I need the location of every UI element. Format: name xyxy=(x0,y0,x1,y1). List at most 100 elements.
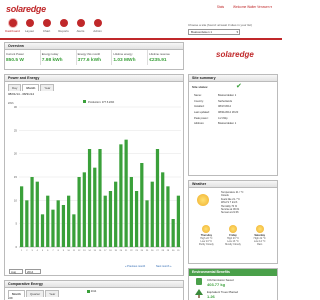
solaredge-logo[interactable]: solaredge xyxy=(6,4,46,14)
next-month-link[interactable]: Next month » xyxy=(156,265,171,268)
x-tick-label: 2 xyxy=(26,250,28,252)
overview-label: Current Power xyxy=(6,52,25,56)
nav-label: Chart xyxy=(42,29,51,33)
top-links: Stats Welcome Walter Veruwen ▾ xyxy=(209,5,272,9)
trees-benefit: Equivalent Trees Planted 1.26 xyxy=(189,288,277,300)
nav-chart[interactable]: Chart xyxy=(38,18,55,37)
summary-key: Peak power: xyxy=(194,116,209,120)
forecast-desc: Partly Cloudy xyxy=(198,243,214,246)
x-tick-label: 26 xyxy=(151,250,154,252)
bar xyxy=(114,181,118,247)
overview-value: 850.5 W xyxy=(6,57,24,63)
tree-icon xyxy=(195,289,203,298)
x-tick-label: 25 xyxy=(146,250,149,252)
x-tick-label: 10 xyxy=(67,250,70,252)
bar xyxy=(40,214,45,247)
bar xyxy=(150,181,154,247)
bar xyxy=(46,195,50,247)
x-tick-label: 14 xyxy=(88,250,91,252)
bar xyxy=(171,219,175,247)
tab-year[interactable]: Year xyxy=(40,84,55,91)
stats-link[interactable]: Stats xyxy=(217,5,224,9)
summary-value: Boatverdeken 1 xyxy=(218,94,237,98)
bar xyxy=(176,195,181,247)
nav-alerts[interactable]: Alerts xyxy=(72,18,89,37)
x-tick-label: 7 xyxy=(52,250,54,252)
tab-month[interactable]: Month xyxy=(8,290,25,297)
x-tick-label: 8 xyxy=(58,250,60,252)
bar xyxy=(35,181,39,247)
y-tick-label: 20 xyxy=(14,152,18,156)
partly-cloudy-icon xyxy=(202,225,211,233)
month-select[interactable]: Aug xyxy=(9,269,23,274)
year-select-value: 2014 xyxy=(27,270,34,274)
x-tick-label: 22 xyxy=(130,250,133,252)
legend-label: Production: 377.6 kWh xyxy=(88,100,115,104)
year-select[interactable]: 2014 xyxy=(25,269,41,274)
tab-year[interactable]: Year xyxy=(45,290,60,297)
summary-value: Netherlands xyxy=(218,99,232,103)
weather-details: Temperature 21 / °C Clouds Feels like 21… xyxy=(221,191,243,215)
site-summary-title: Site summary xyxy=(189,75,277,82)
x-tick-label: 21 xyxy=(125,250,128,252)
x-tick-label: 3 xyxy=(31,250,33,252)
logo-prefix: solar xyxy=(216,50,236,59)
nav-label: Layout xyxy=(24,29,34,33)
nav-label: Dashboard xyxy=(5,29,20,33)
nav-reports[interactable]: Reports xyxy=(55,18,72,37)
summary-value: 08/31/2014 18:20 xyxy=(218,111,239,115)
site-selector[interactable]: Boatverdeken 1 ▾ xyxy=(188,29,240,35)
nav-admin[interactable]: Admin xyxy=(89,18,106,37)
nav-dashboard[interactable]: Dashboard xyxy=(4,18,21,37)
header: solaredge Stats Welcome Walter Veruwen ▾ xyxy=(0,0,282,19)
bar xyxy=(119,144,123,247)
bar xyxy=(25,200,29,247)
site-summary-table: Name: Boatverdeken 1 Country: Netherlands … xyxy=(192,92,240,128)
site-selector-value: Boatverdeken 1 xyxy=(191,30,213,34)
reports-icon xyxy=(59,19,68,27)
bar xyxy=(19,186,24,247)
bar xyxy=(134,191,139,247)
month-select-value: Aug xyxy=(11,270,16,274)
comparative-title: Comparative Energy xyxy=(5,281,183,288)
tab-day[interactable]: Day xyxy=(8,84,22,91)
checkmark-icon: ✔ xyxy=(236,83,242,90)
tab-quarter[interactable]: Quarter xyxy=(26,290,45,297)
tab-month[interactable]: Month xyxy=(22,84,40,91)
y-tick-label: 5 xyxy=(15,222,17,226)
legend-swatch xyxy=(87,290,90,293)
power-energy-panel: Power and Energy Day Month Year 08/01/14… xyxy=(4,74,184,276)
environment-title: Environmental Benefits xyxy=(189,269,277,276)
bar xyxy=(124,139,128,247)
x-tick-label: 20 xyxy=(120,250,123,252)
chevron-down-icon: ▾ xyxy=(236,30,238,34)
summary-key: Last updated: xyxy=(194,111,210,115)
nav-layout[interactable]: Layout xyxy=(21,18,38,37)
header-divider xyxy=(0,38,282,40)
x-tick-label: 27 xyxy=(156,250,159,252)
bar xyxy=(61,205,66,247)
bar xyxy=(108,191,113,247)
user-menu-link[interactable]: Welcome Walter Veruwen ▾ xyxy=(233,5,272,9)
bar xyxy=(140,163,144,247)
previous-month-link[interactable]: « Previous month xyxy=(125,265,145,268)
x-tick-label: 11 xyxy=(73,250,76,252)
overview-label: Lifetime energy xyxy=(113,52,133,56)
alerts-icon xyxy=(76,19,85,27)
forecast-day: Thursday High 22 °C Low 13 °C Partly Cloudy xyxy=(193,224,220,246)
x-tick-label: 29 xyxy=(167,250,170,252)
forecast-day: Friday High 23 °C Low 13 °C Mostly Cloudy xyxy=(220,224,247,246)
overview-label: Energy today xyxy=(41,52,59,56)
overview-value: 377.6 kWh xyxy=(77,57,102,63)
x-tick-label: 6 xyxy=(47,250,49,252)
site-summary-panel: Site summary Site status: ✔ Name: Boatver… xyxy=(188,74,278,176)
x-tick-label: 5 xyxy=(42,250,44,252)
co2-icon xyxy=(196,278,202,285)
forecast-day: Saturday High 22 °C Low 14 °C Rain xyxy=(246,224,273,246)
overview-energy-month: Energy this month 377.6 kWh xyxy=(77,50,113,65)
summary-key: Country: xyxy=(194,99,204,103)
main-nav: Dashboard Layout Chart Reports Alerts Ad… xyxy=(4,18,106,37)
x-tick-label: 15 xyxy=(94,250,97,252)
nav-label: Alerts xyxy=(76,29,85,33)
overview-lifetime-revenue: Lifetime revenue €235.91 xyxy=(148,50,183,65)
